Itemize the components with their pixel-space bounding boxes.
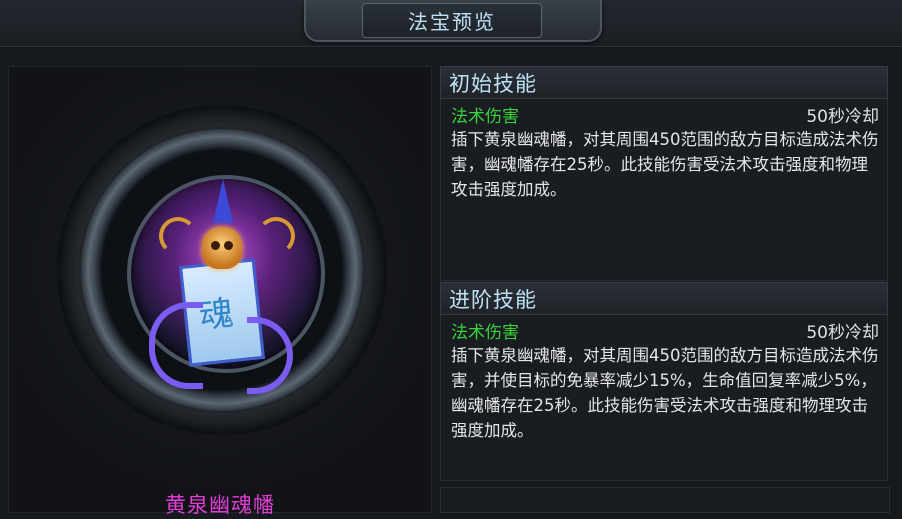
advanced-skill-section: 进阶技能 法术伤害 50秒冷却 插下黄泉幽魂幡，对其周围450范围的敌方目标造成…: [440, 282, 888, 481]
advanced-skill-header: 进阶技能: [440, 282, 888, 315]
initial-skill-body: 法术伤害 50秒冷却 插下黄泉幽魂幡，对其周围450范围的敌方目标造成法术伤害，…: [440, 99, 888, 281]
advanced-skill-cooldown: 50秒冷却: [806, 322, 879, 343]
banner-horn-right: [257, 217, 295, 255]
item-name: 黄泉幽魂幡: [165, 493, 275, 517]
next-skill-section: [440, 487, 890, 513]
advanced-skill-title: 进阶技能: [449, 287, 537, 312]
skull-eye-right: [224, 241, 233, 250]
skull-eye-left: [211, 241, 220, 250]
skull-ornament: [202, 227, 242, 269]
advanced-skill-type: 法术伤害: [451, 322, 519, 343]
title-bar: 法宝预览: [0, 0, 902, 47]
advanced-skill-meta: 法术伤害 50秒冷却: [451, 317, 879, 343]
item-preview-panel: 魂 黄泉幽魂幡: [8, 66, 432, 517]
advanced-skill-description: 插下黄泉幽魂幡，对其周围450范围的敌方目标造成法术伤害，并使目标的免暴率减少1…: [451, 346, 879, 440]
banner-spike: [213, 179, 233, 223]
title-plate: 法宝预览: [362, 3, 542, 38]
initial-skill-type: 法术伤害: [451, 106, 519, 127]
banner-horn-left: [159, 217, 197, 255]
initial-skill-title: 初始技能: [449, 71, 537, 96]
initial-skill-description: 插下黄泉幽魂幡，对其周围450范围的敌方目标造成法术伤害，幽魂幡存在25秒。此技…: [451, 130, 879, 199]
page-title: 法宝预览: [408, 10, 496, 34]
initial-skill-cooldown: 50秒冷却: [806, 106, 879, 127]
advanced-skill-body: 法术伤害 50秒冷却 插下黄泉幽魂幡，对其周围450范围的敌方目标造成法术伤害，…: [440, 315, 888, 481]
initial-skill-header: 初始技能: [440, 66, 888, 99]
initial-skill-meta: 法术伤害 50秒冷却: [451, 101, 879, 127]
initial-skill-section: 初始技能 法术伤害 50秒冷却 插下黄泉幽魂幡，对其周围450范围的敌方目标造成…: [440, 66, 888, 281]
